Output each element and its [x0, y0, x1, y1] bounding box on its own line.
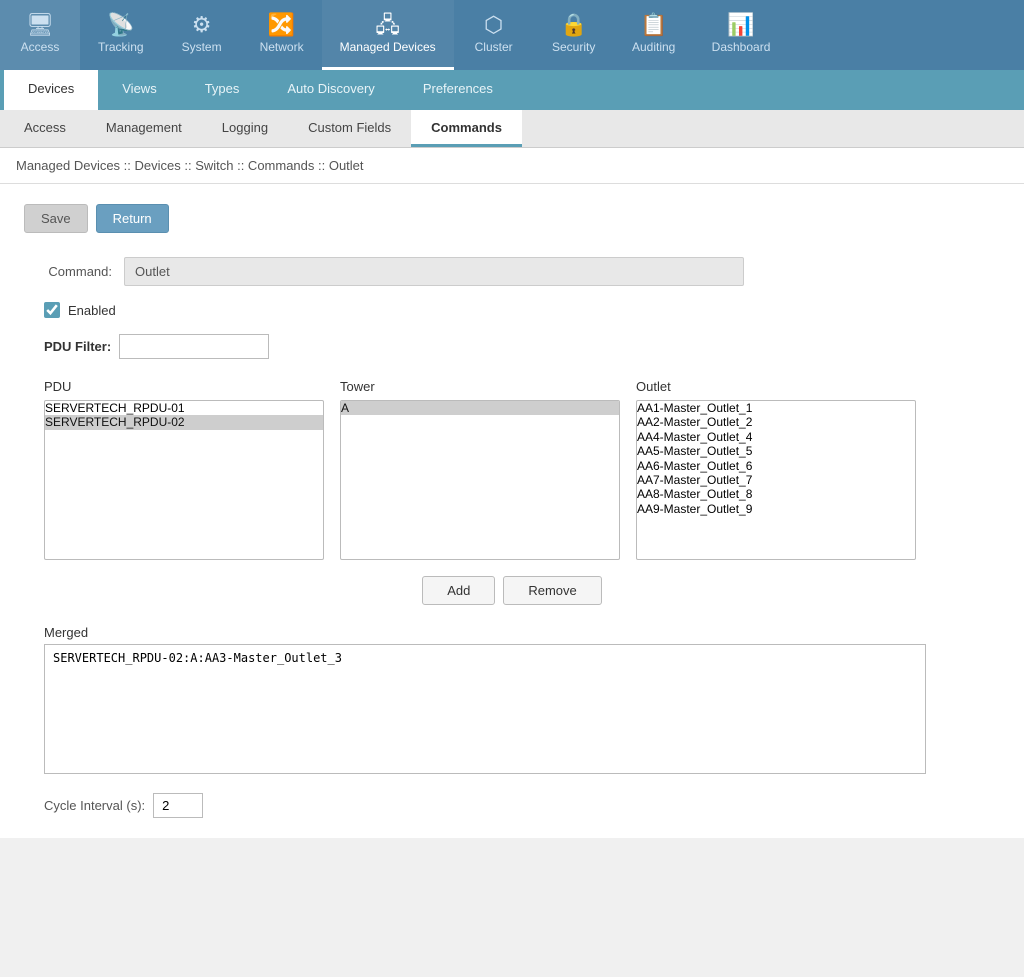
- network-icon: 🔀: [268, 14, 295, 36]
- nav-network[interactable]: 🔀 Network: [242, 0, 322, 70]
- subnav-views[interactable]: Views: [98, 70, 180, 110]
- nav-managed-devices-label: Managed Devices: [340, 40, 436, 54]
- outlet-option-6[interactable]: AA6-Master_Outlet_6: [637, 459, 915, 473]
- return-button[interactable]: Return: [96, 204, 169, 233]
- outlet-list-label: Outlet: [636, 379, 916, 394]
- nav-access-label: Access: [21, 40, 60, 54]
- merged-textarea[interactable]: SERVERTECH_RPDU-02:A:AA3-Master_Outlet_3: [44, 644, 926, 774]
- access-icon: 🖥: [26, 14, 54, 36]
- pdu-filter-row: PDU Filter:: [24, 334, 1000, 359]
- tab-management[interactable]: Management: [86, 110, 202, 147]
- tower-option-a[interactable]: A: [341, 401, 619, 415]
- pdu-filter-input[interactable]: [119, 334, 269, 359]
- tab-custom-fields[interactable]: Custom Fields: [288, 110, 411, 147]
- tab-management-label: Management: [106, 120, 182, 135]
- action-buttons-top: Save Return: [24, 204, 1000, 233]
- subnav-devices-label: Devices: [28, 81, 74, 96]
- merged-section: Merged SERVERTECH_RPDU-02:A:AA3-Master_O…: [24, 625, 1000, 777]
- add-remove-row: Add Remove: [24, 576, 1000, 605]
- pdu-col: PDU SERVERTECH_RPDU-01 SERVERTECH_RPDU-0…: [44, 379, 324, 560]
- tab-access-label: Access: [24, 120, 66, 135]
- add-button[interactable]: Add: [422, 576, 495, 605]
- subnav-auto-discovery[interactable]: Auto Discovery: [263, 70, 398, 110]
- subnav-preferences[interactable]: Preferences: [399, 70, 517, 110]
- nav-auditing-label: Auditing: [632, 40, 675, 54]
- subnav-views-label: Views: [122, 81, 156, 96]
- outlet-option-9[interactable]: AA9-Master_Outlet_9: [637, 502, 915, 516]
- outlet-option-2[interactable]: AA2-Master_Outlet_2: [637, 415, 915, 429]
- subnav-preferences-label: Preferences: [423, 81, 493, 96]
- nav-cluster[interactable]: ⬡ Cluster: [454, 0, 534, 70]
- nav-tracking-label: Tracking: [98, 40, 144, 54]
- nav-managed-devices[interactable]: 🖧 Managed Devices: [322, 0, 454, 70]
- nav-access[interactable]: 🖥 Access: [0, 0, 80, 70]
- subnav-types[interactable]: Types: [181, 70, 264, 110]
- save-button[interactable]: Save: [24, 204, 88, 233]
- nav-network-label: Network: [260, 40, 304, 54]
- breadcrumb-text: Managed Devices :: Devices :: Switch :: …: [16, 158, 364, 173]
- tower-col: Tower A: [340, 379, 620, 560]
- enabled-checkbox[interactable]: [44, 302, 60, 318]
- tab-logging[interactable]: Logging: [202, 110, 288, 147]
- outlet-option-8[interactable]: AA8-Master_Outlet_8: [637, 487, 915, 501]
- top-nav: 🖥 Access 📡 Tracking ⚙ System 🔀 Network 🖧…: [0, 0, 1024, 70]
- nav-security-label: Security: [552, 40, 595, 54]
- pdu-list-label: PDU: [44, 379, 324, 394]
- tab-logging-label: Logging: [222, 120, 268, 135]
- tower-list-label: Tower: [340, 379, 620, 394]
- subnav-devices[interactable]: Devices: [4, 70, 98, 110]
- command-label: Command:: [24, 264, 124, 279]
- tab-commands[interactable]: Commands: [411, 110, 522, 147]
- nav-system-label: System: [182, 40, 222, 54]
- nav-tracking[interactable]: 📡 Tracking: [80, 0, 162, 70]
- nav-dashboard-label: Dashboard: [712, 40, 771, 54]
- listbox-section: PDU SERVERTECH_RPDU-01 SERVERTECH_RPDU-0…: [24, 379, 1000, 560]
- cycle-input[interactable]: [153, 793, 203, 818]
- auditing-icon: 📋: [640, 14, 667, 36]
- tabs-row: Access Management Logging Custom Fields …: [0, 110, 1024, 148]
- pdu-option-2[interactable]: SERVERTECH_RPDU-02: [45, 415, 323, 429]
- nav-dashboard[interactable]: 📊 Dashboard: [694, 0, 789, 70]
- tracking-icon: 📡: [107, 14, 134, 36]
- subnav-auto-discovery-label: Auto Discovery: [287, 81, 374, 96]
- enabled-label: Enabled: [68, 303, 116, 318]
- security-icon: 🔒: [560, 14, 587, 36]
- nav-auditing[interactable]: 📋 Auditing: [614, 0, 694, 70]
- remove-button[interactable]: Remove: [503, 576, 601, 605]
- system-icon: ⚙: [192, 14, 212, 36]
- merged-label: Merged: [44, 625, 1000, 640]
- main-content: Save Return Command: Enabled PDU Filter:…: [0, 184, 1024, 838]
- nav-security[interactable]: 🔒 Security: [534, 0, 614, 70]
- cycle-row: Cycle Interval (s):: [24, 793, 1000, 818]
- managed-devices-icon: 🖧: [375, 14, 400, 36]
- sub-nav: Devices Views Types Auto Discovery Prefe…: [0, 70, 1024, 110]
- tab-commands-label: Commands: [431, 120, 502, 135]
- breadcrumb: Managed Devices :: Devices :: Switch :: …: [0, 148, 1024, 184]
- dashboard-icon: 📊: [727, 14, 754, 36]
- enabled-row: Enabled: [24, 302, 1000, 318]
- tab-access[interactable]: Access: [4, 110, 86, 147]
- outlet-option-1[interactable]: AA1-Master_Outlet_1: [637, 401, 915, 415]
- command-row: Command:: [24, 257, 1000, 286]
- outlet-option-7[interactable]: AA7-Master_Outlet_7: [637, 473, 915, 487]
- command-input[interactable]: [124, 257, 744, 286]
- outlet-col: Outlet AA1-Master_Outlet_1 AA2-Master_Ou…: [636, 379, 916, 560]
- pdu-filter-label: PDU Filter:: [44, 339, 111, 354]
- pdu-listbox[interactable]: SERVERTECH_RPDU-01 SERVERTECH_RPDU-02: [44, 400, 324, 560]
- subnav-types-label: Types: [205, 81, 240, 96]
- nav-cluster-label: Cluster: [475, 40, 513, 54]
- tower-listbox[interactable]: A: [340, 400, 620, 560]
- cluster-icon: ⬡: [484, 14, 503, 36]
- pdu-option-1[interactable]: SERVERTECH_RPDU-01: [45, 401, 323, 415]
- outlet-listbox[interactable]: AA1-Master_Outlet_1 AA2-Master_Outlet_2 …: [636, 400, 916, 560]
- outlet-option-4[interactable]: AA4-Master_Outlet_4: [637, 430, 915, 444]
- cycle-label: Cycle Interval (s):: [44, 798, 145, 813]
- nav-system[interactable]: ⚙ System: [162, 0, 242, 70]
- outlet-option-5[interactable]: AA5-Master_Outlet_5: [637, 444, 915, 458]
- tab-custom-fields-label: Custom Fields: [308, 120, 391, 135]
